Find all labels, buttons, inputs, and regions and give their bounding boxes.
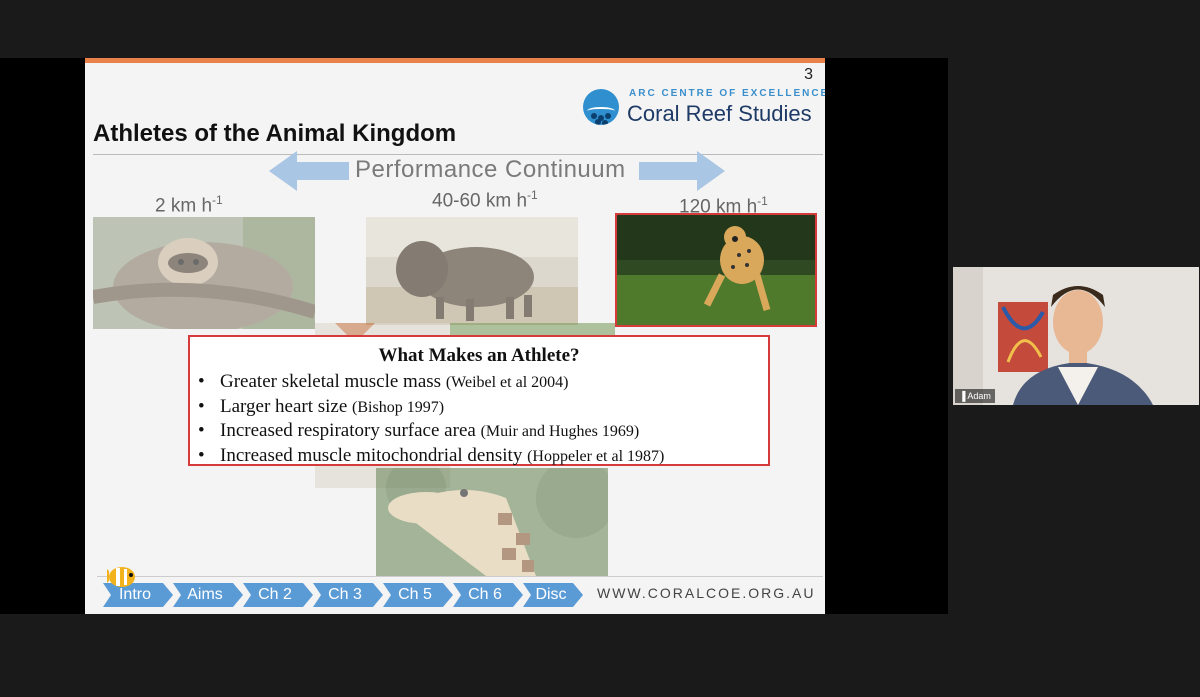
nav-ch6[interactable]: Ch 6 — [453, 583, 517, 607]
sloth-speed-label: 2 km h-1 — [155, 193, 223, 217]
logo-subtitle: ARC CENTRE OF EXCELLENCE — [629, 88, 825, 99]
list-item: • Increased respiratory surface area (Mui… — [198, 420, 640, 441]
slide-number: 3 — [804, 66, 813, 83]
coral-globe-icon — [583, 89, 619, 125]
website-url: WWW.CORALCOE.ORG.AU — [597, 585, 816, 601]
participant-name-tag: ▐ Adam — [955, 389, 995, 403]
presentation-slide: 3 ARC CENTRE OF EXCELLENCE Coral Reef St… — [85, 58, 825, 614]
athlete-traits-list: • Greater skeletal muscle mass (Weibel et… — [198, 370, 664, 468]
giraffe-photo — [376, 468, 608, 576]
nav-aims[interactable]: Aims — [173, 583, 237, 607]
footer-divider — [97, 576, 823, 577]
bison-photo — [366, 217, 578, 325]
nav-disc[interactable]: Disc — [523, 583, 579, 607]
signal-bars-icon: ▐ — [959, 391, 966, 401]
slide-accent-bar — [85, 58, 825, 63]
list-item: • Increased muscle mitochondrial density … — [198, 444, 665, 466]
right-arrow-icon — [639, 151, 725, 191]
left-arrow-icon — [269, 151, 349, 191]
what-makes-athlete-box: What Makes an Athlete? • Greater skeletal… — [188, 335, 770, 466]
sloth-photo — [93, 217, 315, 329]
info-box-title: What Makes an Athlete? — [378, 345, 580, 366]
list-item: • Greater skeletal muscle mass (Weibel et… — [198, 371, 569, 392]
bison-speed-label: 40-60 km h-1 — [432, 188, 538, 212]
clownfish-icon — [107, 567, 135, 587]
cheetah-photo — [615, 213, 817, 327]
nav-ch5[interactable]: Ch 5 — [383, 583, 447, 607]
nav-ch2[interactable]: Ch 2 — [243, 583, 307, 607]
performance-continuum-label: Performance Continuum — [355, 156, 626, 183]
nav-ch3[interactable]: Ch 3 — [313, 583, 377, 607]
coral-reef-logo: ARC CENTRE OF EXCELLENCE Coral Reef Stud… — [583, 86, 825, 130]
logo-title: Coral Reef Studies — [627, 101, 812, 126]
slide-title: Athletes of the Animal Kingdom — [93, 120, 457, 147]
participant-video[interactable]: ▐ Adam — [953, 267, 1199, 405]
list-item: • Larger heart size (Bishop 1997) — [198, 395, 445, 417]
